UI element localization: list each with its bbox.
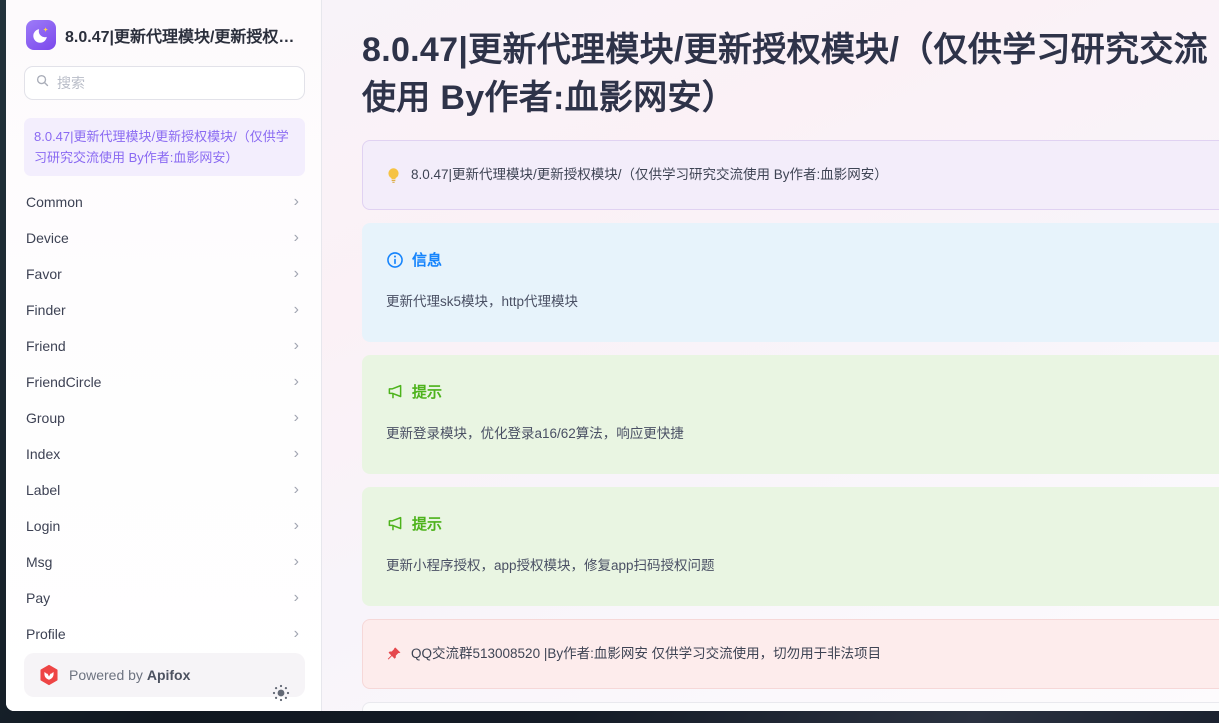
app-logo-home-link[interactable]: 8.0.47|更新代理模块/更新授权模块/（仅供学习研究交流使用 By作者:血影…	[24, 18, 305, 50]
sidebar-item-index[interactable]: Index ›	[24, 436, 305, 472]
search-input[interactable]	[57, 75, 294, 91]
sidebar-item-login[interactable]: Login ›	[24, 508, 305, 544]
sidebar-item-finder[interactable]: Finder ›	[24, 292, 305, 328]
chevron-right-icon: ›	[294, 374, 299, 390]
chevron-right-icon: ›	[294, 518, 299, 534]
sidebar-item-label: Device	[26, 230, 69, 246]
warning-text: QQ交流群513008520 |By作者:血影网安 仅供学习交流使用，切勿用于非…	[411, 644, 881, 664]
sidebar: 8.0.47|更新代理模块/更新授权模块/（仅供学习研究交流使用 By作者:血影…	[6, 0, 322, 711]
sidebar-item-msg[interactable]: Msg ›	[24, 544, 305, 580]
callout-heading: 信息	[412, 249, 442, 270]
chevron-right-icon: ›	[294, 338, 299, 354]
sidebar-item-device[interactable]: Device ›	[24, 220, 305, 256]
sidebar-item-label: Friend	[26, 338, 66, 354]
search-box[interactable]	[24, 66, 305, 100]
callout-tip-header: 提示	[386, 513, 1209, 534]
sidebar-item-favor[interactable]: Favor ›	[24, 256, 305, 292]
callout-body: 更新小程序授权，app授权模块，修复app扫码授权问题	[386, 556, 1209, 576]
sidebar-item-pay[interactable]: Pay ›	[24, 580, 305, 616]
sidebar-item-profile[interactable]: Profile ›	[24, 616, 305, 652]
callout-tip-2: 提示 更新小程序授权，app授权模块，修复app扫码授权问题	[362, 487, 1219, 606]
sidebar-nav: Common › Device › Favor › Finder › Frien…	[24, 184, 305, 652]
sidebar-item-common[interactable]: Common ›	[24, 184, 305, 220]
app-window: 8.0.47|更新代理模块/更新授权模块/（仅供学习研究交流使用 By作者:血影…	[6, 0, 1219, 711]
moon-logo-icon	[26, 20, 56, 50]
sidebar-item-label: Pay	[26, 590, 50, 606]
megaphone-icon	[386, 515, 404, 533]
chevron-right-icon: ›	[294, 554, 299, 570]
chevron-right-icon: ›	[294, 590, 299, 606]
callout-tip-header: 提示	[386, 381, 1209, 402]
sidebar-item-label: Label	[26, 482, 60, 498]
search-icon	[35, 73, 50, 93]
lightbulb-icon	[385, 167, 402, 184]
pushpin-icon	[385, 646, 402, 663]
sidebar-item-label: Finder	[26, 302, 66, 318]
chevron-right-icon: ›	[294, 446, 299, 462]
sidebar-item-label: Index	[26, 446, 60, 462]
theme-toggle-sun-icon[interactable]	[271, 665, 291, 685]
sidebar-doc-title: 8.0.47|更新代理模块/更新授权模块/（仅供学习研究交流使用 By作者:血影…	[65, 23, 303, 47]
sidebar-item-label: Group	[26, 410, 65, 426]
callout-heading: 提示	[412, 381, 442, 402]
callout-body: 更新代理sk5模块，http代理模块	[386, 292, 1209, 312]
sidebar-item-friendcircle[interactable]: FriendCircle ›	[24, 364, 305, 400]
callout-list: 8.0.47|更新代理模块/更新授权模块/（仅供学习研究交流使用 By作者:血影…	[362, 140, 1219, 711]
chevron-right-icon: ›	[294, 626, 299, 642]
sidebar-item-label-section[interactable]: Label ›	[24, 472, 305, 508]
info-circle-icon	[386, 251, 404, 269]
callout-warning: QQ交流群513008520 |By作者:血影网安 仅供学习交流使用，切勿用于非…	[362, 619, 1219, 689]
sidebar-item-current-doc[interactable]: 8.0.47|更新代理模块/更新授权模块/（仅供学习研究交流使用 By作者:血影…	[24, 118, 305, 176]
sidebar-item-group[interactable]: Group ›	[24, 400, 305, 436]
chevron-right-icon: ›	[294, 230, 299, 246]
megaphone-icon	[386, 383, 404, 401]
apifox-brand-text: Apifox	[147, 667, 191, 683]
sidebar-item-friend[interactable]: Friend ›	[24, 328, 305, 364]
chevron-right-icon: ›	[294, 266, 299, 282]
powered-by-apifox-link[interactable]: Powered by Apifox	[69, 667, 262, 683]
sidebar-footer: Powered by Apifox	[24, 653, 305, 697]
callout-info-header: 信息	[386, 249, 1209, 270]
callout-tip-1: 提示 更新登录模块，优化登录a16/62算法，响应更快捷	[362, 355, 1219, 474]
sidebar-item-label: Profile	[26, 626, 66, 642]
callout-body: 更新登录模块，优化登录a16/62算法，响应更快捷	[386, 424, 1209, 444]
callout-disclaimer: 该接口仅供用于服务测试研究使用，参与非法使用的一切问题与本人无关！后果自行承担！	[362, 702, 1219, 711]
callout-info: 信息 更新代理sk5模块，http代理模块	[362, 223, 1219, 342]
chevron-right-icon: ›	[294, 482, 299, 498]
banner-text: 8.0.47|更新代理模块/更新授权模块/（仅供学习研究交流使用 By作者:血影…	[411, 165, 888, 185]
callout-version-banner: 8.0.47|更新代理模块/更新授权模块/（仅供学习研究交流使用 By作者:血影…	[362, 140, 1219, 210]
sidebar-item-label: Login	[26, 518, 60, 534]
chevron-right-icon: ›	[294, 302, 299, 318]
sidebar-item-label: Favor	[26, 266, 62, 282]
sidebar-item-label: Common	[26, 194, 83, 210]
main-content: 8.0.47|更新代理模块/更新授权模块/（仅供学习研究交流使用 By作者:血影…	[322, 0, 1219, 711]
page-title: 8.0.47|更新代理模块/更新授权模块/（仅供学习研究交流使用 By作者:血影…	[362, 26, 1219, 122]
chevron-right-icon: ›	[294, 410, 299, 426]
apifox-logo-icon	[38, 664, 60, 686]
sidebar-item-label: Msg	[26, 554, 52, 570]
powered-by-text: Powered by	[69, 667, 143, 683]
sidebar-item-label: FriendCircle	[26, 374, 101, 390]
chevron-right-icon: ›	[294, 194, 299, 210]
callout-heading: 提示	[412, 513, 442, 534]
